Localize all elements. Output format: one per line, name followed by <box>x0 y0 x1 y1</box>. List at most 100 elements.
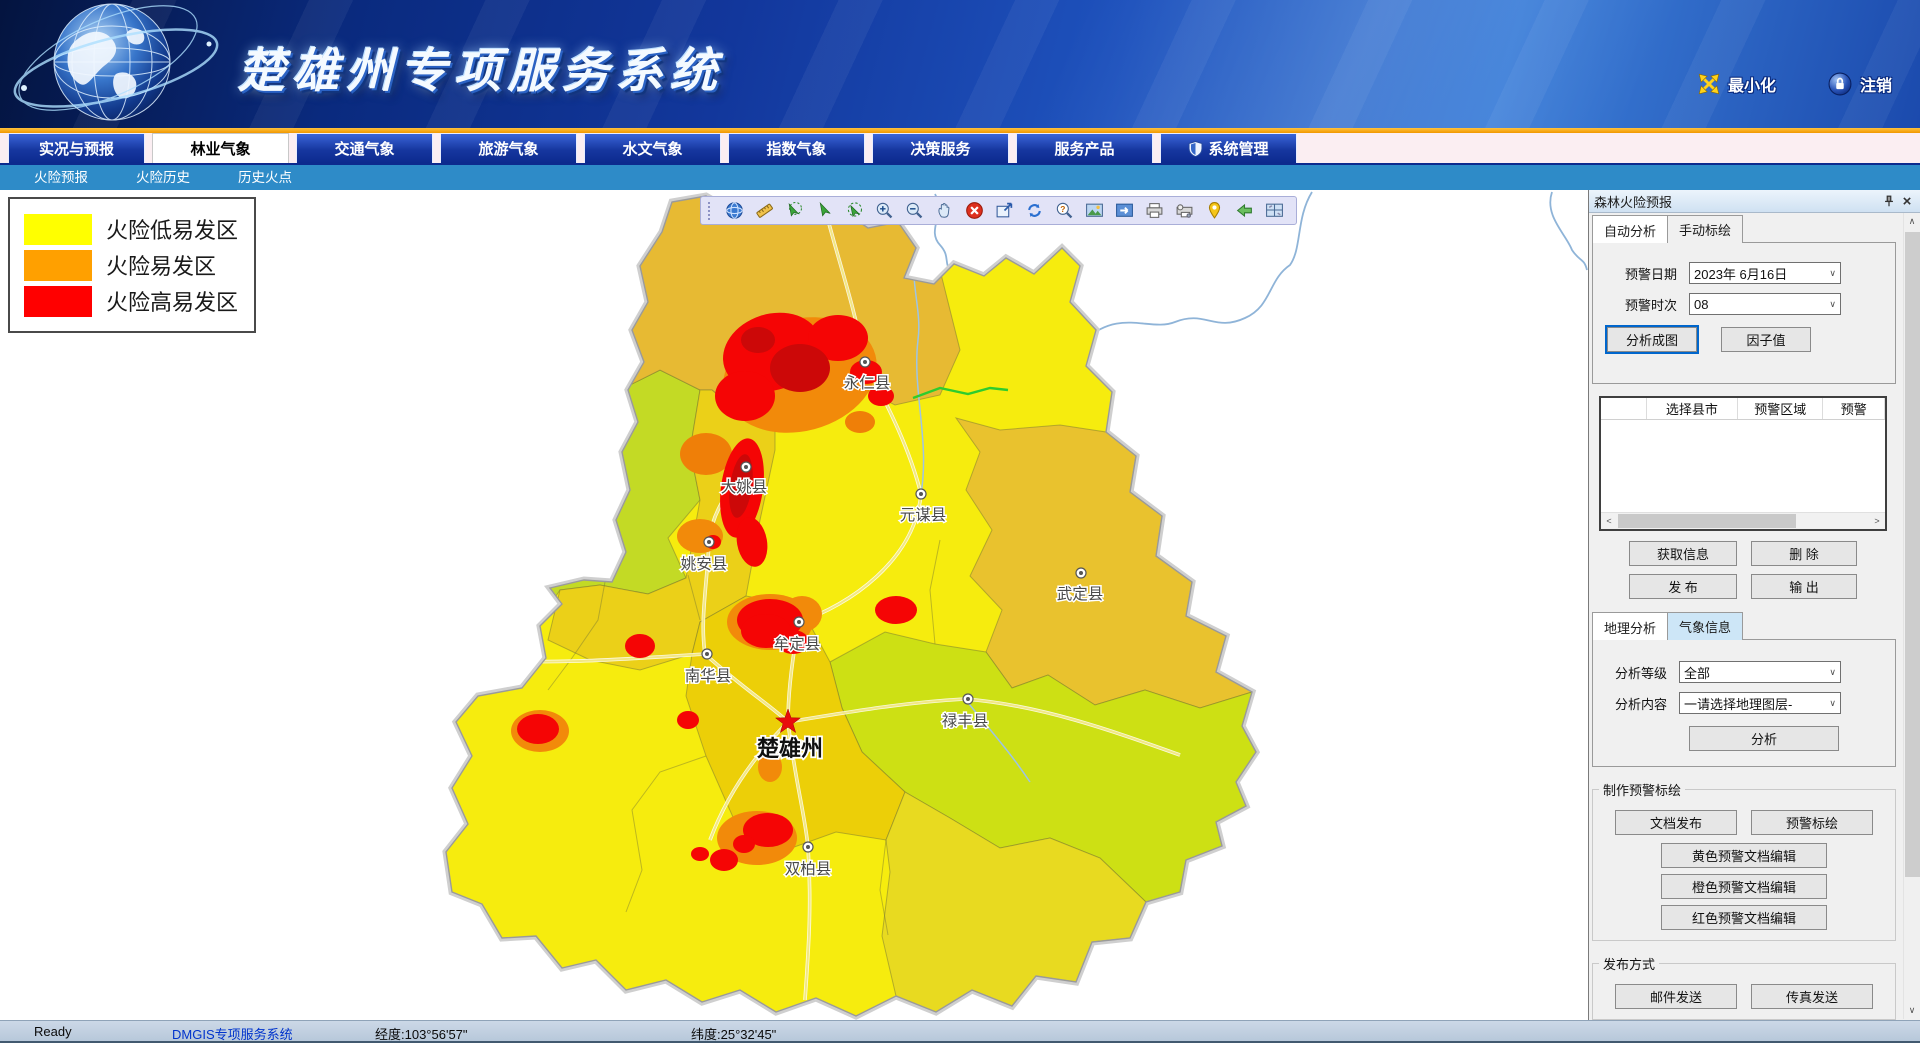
map-canvas[interactable]: 永仁县大姚县元谋县姚安县武定县牟定县南华县禄丰县双柏县 楚雄州 火险低易发区火险… <box>0 190 1588 1020</box>
close-icon[interactable]: × <box>1898 192 1916 210</box>
list-column-header[interactable]: 预警区域 <box>1738 398 1823 419</box>
status-system-link[interactable]: DMGIS专项服务系统 <box>172 1024 293 1043</box>
nav-tab-实况与预报[interactable]: 实况与预报 <box>8 133 145 163</box>
town-marker-dot <box>863 360 867 364</box>
lasso-select-icon[interactable] <box>779 198 809 223</box>
nav-tab-林业气象[interactable]: 林业气象 <box>152 133 289 163</box>
tab-weather-info[interactable]: 气象信息 <box>1667 612 1743 640</box>
minimize-button[interactable]: 最小化 <box>1698 72 1776 96</box>
list-column-header[interactable]: 选择县市 <box>1647 398 1738 419</box>
county-label: 双柏县 <box>785 860 832 878</box>
tab-auto-analysis[interactable]: 自动分析 <box>1592 215 1668 243</box>
scroll-left-icon[interactable]: < <box>1601 513 1617 529</box>
get-info-button[interactable]: 获取信息 <box>1629 541 1737 566</box>
fax-send-button[interactable]: 传真发送 <box>1751 984 1873 1009</box>
minimize-icon <box>1698 73 1720 95</box>
scroll-up-icon[interactable]: ∧ <box>1904 213 1920 230</box>
nav-tab-label: 系统管理 <box>1208 138 1268 159</box>
analysis-tabs: 自动分析 手动标绘 <box>1592 215 1903 243</box>
panel-scrollbar[interactable]: ∧ ∨ <box>1903 213 1920 1019</box>
county-label: 南华县 <box>685 667 732 685</box>
email-send-button[interactable]: 邮件发送 <box>1615 984 1737 1009</box>
auto-analysis-page: 预警日期 2023年 6月16日 ∨ 预警时次 08 ∨ <box>1592 242 1896 384</box>
warning-time-select[interactable]: 08 ∨ <box>1689 293 1841 315</box>
nav-tab-label: 交通气象 <box>334 138 394 159</box>
doc-publish-button[interactable]: 文档发布 <box>1615 810 1737 835</box>
subnav-item-火险历史[interactable]: 火险历史 <box>112 165 214 190</box>
analysis-level-select[interactable]: 全部 ∨ <box>1679 661 1841 683</box>
globe-icon[interactable] <box>719 198 749 223</box>
info-tabs: 地理分析 气象信息 <box>1592 612 1903 640</box>
refresh-icon[interactable] <box>1019 198 1049 223</box>
toolbar-grip[interactable] <box>708 202 712 220</box>
zoom-out-icon[interactable] <box>899 198 929 223</box>
plot-group: 制作预警标绘 文档发布 预警标绘 黄色预警文档编辑 橙色预警文档编辑 红色预警文… <box>1592 780 1896 941</box>
pin-icon[interactable] <box>1880 192 1898 210</box>
analysis-content-select[interactable]: 一请选择地理图层- ∨ <box>1679 692 1841 714</box>
subnav-item-历史火点[interactable]: 历史火点 <box>214 165 316 190</box>
town-marker-dot <box>919 492 923 496</box>
tab-manual-plot[interactable]: 手动标绘 <box>1667 215 1743 243</box>
delete-button[interactable]: 删 除 <box>1751 541 1857 566</box>
status-bar: Ready DMGIS专项服务系统 经度:103°56'57" 纬度:25°32… <box>0 1020 1920 1043</box>
nav-tab-服务产品[interactable]: 服务产品 <box>1016 133 1153 163</box>
arrow-select-icon[interactable] <box>809 198 839 223</box>
nav-tab-水文气象[interactable]: 水文气象 <box>584 133 721 163</box>
analysis-content-value: 一请选择地理图层- <box>1684 694 1827 713</box>
stop-icon[interactable] <box>959 198 989 223</box>
plot-print-icon[interactable] <box>1169 198 1199 223</box>
circle-select-icon[interactable] <box>839 198 869 223</box>
nav-tab-指数气象[interactable]: 指数气象 <box>728 133 865 163</box>
list-column-header[interactable] <box>1601 398 1647 419</box>
warning-list-body[interactable] <box>1601 420 1885 512</box>
scroll-thumb[interactable] <box>1905 232 1920 877</box>
pan-hand-icon[interactable] <box>929 198 959 223</box>
county-label: 姚安县 <box>681 555 728 573</box>
publish-button[interactable]: 发 布 <box>1629 574 1737 599</box>
list-hscrollbar[interactable]: < > <box>1601 512 1885 529</box>
warning-list[interactable]: 选择县市预警区域预警 < > <box>1599 396 1887 531</box>
export-button[interactable]: 输 出 <box>1751 574 1857 599</box>
hscroll-thumb[interactable] <box>1618 514 1796 528</box>
nav-tab-决策服务[interactable]: 决策服务 <box>872 133 1009 163</box>
nav-tab-系统管理[interactable]: 系统管理 <box>1160 133 1297 163</box>
legend-swatch <box>24 286 92 317</box>
logout-button[interactable]: 注销 <box>1828 72 1892 96</box>
factor-value-button[interactable]: 因子值 <box>1721 327 1811 352</box>
county-label: 武定县 <box>1057 585 1104 603</box>
map-layout-icon[interactable] <box>1259 198 1289 223</box>
print-icon[interactable] <box>1139 198 1169 223</box>
snapshot-icon[interactable] <box>1109 198 1139 223</box>
status-ready: Ready <box>34 1024 72 1039</box>
orange-doc-button[interactable]: 橙色预警文档编辑 <box>1661 874 1827 899</box>
scroll-right-icon[interactable]: > <box>1869 513 1885 529</box>
warning-date-select[interactable]: 2023年 6月16日 ∨ <box>1689 262 1841 284</box>
placemark-icon[interactable] <box>1199 198 1229 223</box>
list-column-header[interactable]: 预警 <box>1823 398 1885 419</box>
tab-geo-analysis[interactable]: 地理分析 <box>1592 612 1668 640</box>
nav-tab-旅游气象[interactable]: 旅游气象 <box>440 133 577 163</box>
warning-time-value: 08 <box>1694 297 1827 312</box>
warning-date-value: 2023年 6月16日 <box>1694 264 1827 283</box>
ruler-icon[interactable] <box>749 198 779 223</box>
yellow-doc-button[interactable]: 黄色预警文档编辑 <box>1661 843 1827 868</box>
warning-date-label: 预警日期 <box>1625 264 1689 283</box>
red-doc-button[interactable]: 红色预警文档编辑 <box>1661 905 1827 930</box>
analyze-button[interactable]: 分析 <box>1689 726 1839 751</box>
identify-icon[interactable]: ? <box>1049 198 1079 223</box>
warning-plot-button[interactable]: 预警标绘 <box>1751 810 1873 835</box>
image-icon[interactable] <box>1079 198 1109 223</box>
town-marker-dot <box>1079 571 1083 575</box>
full-extent-icon[interactable] <box>989 198 1019 223</box>
plot-group-label: 制作预警标绘 <box>1599 780 1685 799</box>
analyze-map-button[interactable]: 分析成图 <box>1607 327 1697 352</box>
scroll-down-icon[interactable]: ∨ <box>1904 1002 1920 1019</box>
subnav-item-火险预报[interactable]: 火险预报 <box>10 165 112 190</box>
minimize-label: 最小化 <box>1728 72 1776 96</box>
zoom-in-icon[interactable] <box>869 198 899 223</box>
nav-tab-交通气象[interactable]: 交通气象 <box>296 133 433 163</box>
back-icon[interactable] <box>1229 198 1259 223</box>
nav-tab-label: 旅游气象 <box>478 138 538 159</box>
map-legend: 火险低易发区火险易发区火险高易发区 <box>8 197 256 333</box>
legend-item: 火险高易发区 <box>24 285 238 317</box>
